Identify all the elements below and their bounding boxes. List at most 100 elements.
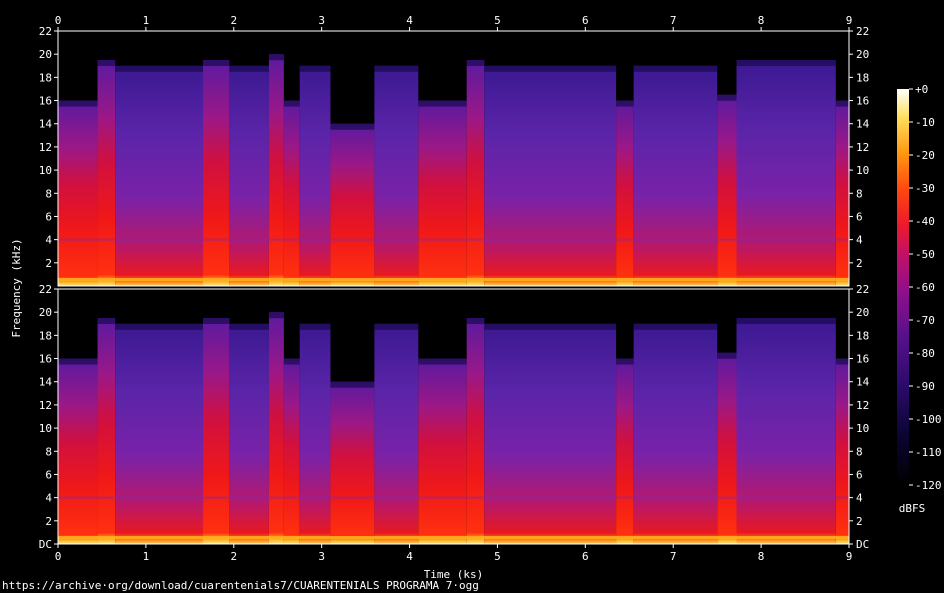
xtick-label-bottom: 4	[406, 550, 413, 563]
channel-2-segment-edge-7	[299, 323, 331, 330]
channel-1-ytick-label-right: 18	[856, 71, 869, 84]
y-axis-label: Frequency (kHz)	[10, 238, 23, 337]
colorbar-tick-label: -100	[915, 413, 942, 426]
channel-2-ytick-label-left: 4	[45, 492, 52, 505]
channel-1-ytick-label-left: 18	[39, 71, 52, 84]
channel-1-ytick-label-right: 8	[856, 187, 863, 200]
source-url: https://archive·org/download/cuarentenia…	[2, 579, 479, 592]
channel-1-segment-2	[115, 65, 204, 286]
channel-1-ytick-label-left: 6	[45, 210, 52, 223]
channel-1-segment-11	[466, 59, 485, 287]
colorbar-tick-label: -70	[915, 314, 935, 327]
colorbar-label: dBFS	[899, 502, 926, 515]
channel-2-segment-edge-4	[229, 323, 269, 330]
channel-1-segment-12	[484, 65, 617, 286]
channel-2-segment-10	[418, 358, 467, 544]
channel-2-ytick-label-left: 10	[39, 422, 52, 435]
channel-1-ytick-label-left: 2	[45, 257, 52, 270]
channel-2-segment-11	[466, 317, 485, 544]
channel-2-ytick-label-right: 16	[856, 353, 869, 366]
channel-2-ytick-label-left: DC	[39, 538, 52, 551]
colorbar-tick-label: -10	[915, 116, 935, 129]
channel-2-segment-6	[283, 358, 300, 544]
channel-1-segment-0	[58, 100, 98, 286]
channel-2-ytick-label-left: 6	[45, 468, 52, 481]
channel-1-segment-edge-7	[299, 65, 331, 72]
channel-2-ytick-label-left: 2	[45, 515, 52, 528]
channel-1-ytick-label-right: 6	[856, 210, 863, 223]
channel-1-segment-edge-0	[58, 100, 98, 107]
channel-2-ytick-label-left: 16	[39, 353, 52, 366]
xtick-label-bottom: 1	[143, 550, 150, 563]
channel-1-ytick-label-right: 10	[856, 164, 869, 177]
channel-1-ytick-label-right: 20	[856, 48, 869, 61]
channel-1-ytick-label-right: 12	[856, 141, 869, 154]
channel-2-segment-5	[268, 312, 284, 544]
xtick-label-top: 6	[582, 14, 589, 27]
channel-1-segment-16	[736, 59, 836, 287]
channel-1-segment-4	[229, 65, 269, 286]
channel-2-ytick-label-right: 4	[856, 492, 863, 505]
channel-1-segment-17	[835, 100, 849, 286]
channel-1-segment-edge-17	[835, 100, 849, 107]
channel-1-segment-8	[330, 123, 375, 287]
colorbar-tick-label: -120	[915, 479, 942, 492]
channel-1-ytick-label-right: 4	[856, 234, 863, 247]
channel-2-ytick-label-left: 20	[39, 306, 52, 319]
channel-1-segment-1	[97, 59, 116, 287]
channel-2-segment-7	[299, 323, 331, 544]
spectrogram-chart: 2 24 46 68 810 1012 1214 1416 1618 1820 2022 22DC DC…	[10, 14, 942, 581]
xtick-label-bottom: 9	[846, 550, 853, 563]
channel-2-segment-edge-13	[616, 358, 634, 365]
xtick-label-top: 9	[846, 14, 853, 27]
channel-2-segment-edge-15	[717, 352, 737, 359]
xtick-label-top: 5	[494, 14, 501, 27]
channel-2-segment-edge-17	[835, 358, 849, 365]
xtick-label-bottom: 0	[55, 550, 62, 563]
channel-2-segment-13	[616, 358, 634, 544]
channel-2-segment-edge-1	[97, 317, 116, 324]
channel-1-segment-edge-3	[203, 59, 230, 66]
channel-1-segment-7	[299, 65, 331, 286]
channel-1-segment-edge-10	[418, 100, 467, 107]
channel-1-ytick-label-left: 22	[39, 25, 52, 38]
channel-1-segment-edge-2	[115, 65, 204, 72]
channel-2-segment-3	[203, 317, 230, 544]
xtick-label-bottom: 2	[230, 550, 237, 563]
channel-1-ytick-label-left: 14	[39, 118, 53, 131]
colorbar-tick-label: -50	[915, 248, 935, 261]
channel-2-ytick-label-right: 20	[856, 306, 869, 319]
channel-2-segment-9	[374, 323, 419, 544]
channel-1-segment-edge-11	[466, 59, 485, 66]
channel-1-segment-edge-9	[374, 65, 419, 72]
xtick-label-top: 4	[406, 14, 413, 27]
channel-1-ytick-label-left: 8	[45, 187, 52, 200]
channel-2-ytick-label-right: DC	[856, 538, 869, 551]
channel-1-band-4khz	[58, 238, 849, 241]
channel-1-segment-edge-4	[229, 65, 269, 72]
channel-1-ytick-label-left: 20	[39, 48, 52, 61]
colorbar-tick-label: -60	[915, 281, 935, 294]
channel-2-band-4khz	[58, 496, 849, 499]
colorbar-tick-label: -30	[915, 182, 935, 195]
channel-2-low-band	[58, 536, 849, 539]
xtick-label-top: 0	[55, 14, 62, 27]
channel-2-ytick-label-left: 8	[45, 445, 52, 458]
channel-1-segment-3	[203, 59, 230, 287]
channel-2-segment-edge-6	[283, 358, 300, 365]
channel-1-segment-edge-13	[616, 100, 634, 107]
xtick-label-top: 8	[758, 14, 765, 27]
colorbar-tick-label: -90	[915, 380, 935, 393]
channel-1-segment-edge-15	[717, 94, 737, 101]
xtick-label-top: 3	[318, 14, 325, 27]
channel-2-ytick-label-left: 22	[39, 283, 52, 296]
colorbar-tick-label: -20	[915, 149, 935, 162]
channel-1-ytick-label-right: 2	[856, 257, 863, 270]
xtick-label-bottom: 3	[318, 550, 325, 563]
channel-1-segment-15	[717, 94, 737, 286]
channel-2-segment-2	[115, 323, 204, 544]
channel-1-segment-edge-1	[97, 59, 116, 66]
xtick-label-top: 2	[230, 14, 237, 27]
colorbar-tick-label: -40	[915, 215, 935, 228]
channel-2-ytick-label-right: 6	[856, 468, 863, 481]
